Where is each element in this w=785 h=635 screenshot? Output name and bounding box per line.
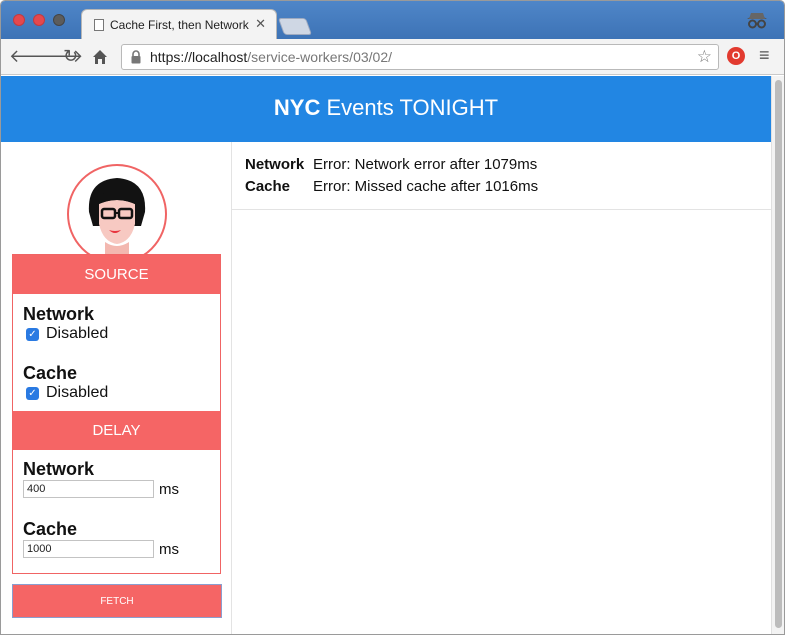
source-network-label: Disabled	[46, 325, 109, 342]
result-log: Network Error: Network error after 1079m…	[232, 142, 771, 210]
delay-cache-group: Cache ms	[13, 498, 220, 558]
source-network-title: Network	[23, 304, 95, 324]
tab-title: Cache First, then Network	[110, 18, 249, 32]
main-content: Network Error: Network error after 1079m…	[232, 142, 771, 634]
lock-icon	[131, 50, 141, 64]
delay-network-input[interactable]	[23, 480, 154, 498]
header-title: Events TONIGHT	[320, 95, 499, 120]
bookmark-star-icon[interactable]: ☆	[697, 47, 712, 67]
avatar	[67, 164, 167, 264]
source-network-toggle[interactable]: ✓ Disabled	[23, 325, 220, 343]
browser-tab[interactable]: Cache First, then Network ✕	[81, 9, 277, 39]
home-icon[interactable]	[91, 48, 109, 66]
log-label: Cache	[245, 178, 291, 195]
delay-network-group: Network ms	[13, 450, 220, 498]
window-maximize-button[interactable]	[53, 14, 65, 26]
incognito-icon	[747, 13, 767, 29]
new-tab-button[interactable]	[277, 18, 313, 35]
delay-cache-input[interactable]	[23, 540, 154, 558]
reload-icon[interactable]: ↻	[63, 45, 78, 67]
header-city: NYC	[273, 95, 321, 120]
log-row-cache: Cache Error: Missed cache after 1016ms	[245, 176, 771, 198]
delay-cache-unit: ms	[159, 540, 179, 558]
tab-close-icon[interactable]: ✕	[255, 16, 266, 32]
source-cache-toggle[interactable]: ✓ Disabled	[23, 384, 220, 402]
log-label: Network	[245, 156, 305, 173]
source-heading: SOURCE	[13, 255, 220, 294]
sidebar: SOURCE Network ✓ Disabled Cache ✓ Disabl…	[1, 142, 232, 634]
fetch-button[interactable]: FETCH	[12, 584, 222, 618]
menu-icon[interactable]: ≡	[759, 45, 770, 66]
page-scrollbar[interactable]	[771, 76, 784, 634]
extension-icon[interactable]: O	[727, 47, 745, 65]
window-minimize-button[interactable]	[33, 14, 45, 26]
web-page: NYC Events TONIGHT SOURCE Network ✓ Disa…	[1, 76, 771, 634]
delay-network-title: Network	[23, 459, 95, 479]
log-row-network: Network Error: Network error after 1079m…	[245, 154, 771, 176]
url-text: https://localhost/service-workers/03/02/	[150, 49, 392, 65]
avatar-illustration	[88, 178, 146, 258]
log-message: Error: Network error after 1079ms	[313, 156, 538, 173]
source-cache-group: Cache ✓ Disabled	[13, 343, 220, 402]
window-close-button[interactable]	[13, 14, 25, 26]
address-bar[interactable]: https://localhost/service-workers/03/02/…	[121, 44, 719, 70]
tab-strip: Cache First, then Network ✕	[1, 1, 784, 39]
options-panel: SOURCE Network ✓ Disabled Cache ✓ Disabl…	[12, 254, 221, 574]
delay-cache-title: Cache	[23, 519, 78, 539]
source-cache-title: Cache	[23, 363, 78, 383]
scrollbar-thumb[interactable]	[775, 80, 782, 628]
delay-heading: DELAY	[13, 411, 220, 450]
delay-network-unit: ms	[159, 480, 179, 498]
checkbox-checked-icon[interactable]: ✓	[26, 386, 39, 400]
source-cache-label: Disabled	[46, 384, 109, 401]
page-header: NYC Events TONIGHT	[1, 76, 771, 142]
checkbox-checked-icon[interactable]: ✓	[26, 327, 39, 341]
source-network-group: Network ✓ Disabled	[13, 294, 220, 343]
document-icon	[94, 19, 104, 31]
browser-toolbar: 🡐 🡒 ↻ https://localhost/service-workers/…	[1, 39, 784, 75]
log-message: Error: Missed cache after 1016ms	[313, 178, 539, 195]
browser-window: Cache First, then Network ✕ 🡐 🡒 ↻ https:…	[0, 0, 785, 635]
